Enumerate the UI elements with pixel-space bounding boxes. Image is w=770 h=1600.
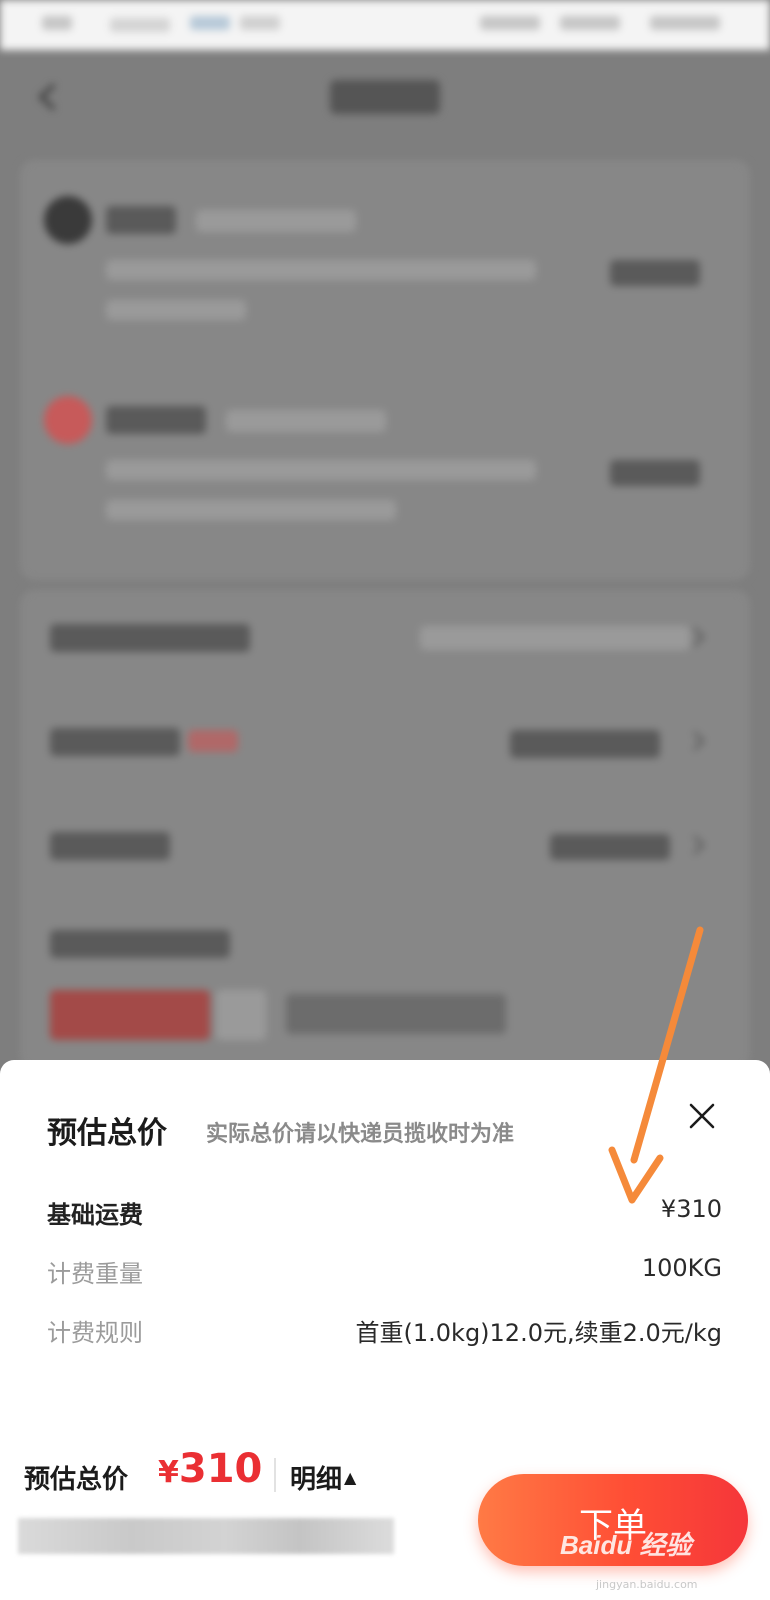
blurred-page-title [330, 80, 440, 114]
watermark-url: jingyan.baidu.com [596, 1578, 698, 1591]
background-page [0, 0, 770, 1065]
blurred-options-card [20, 590, 750, 1065]
detail-toggle-button[interactable]: 明细 ▲ [290, 1459, 356, 1496]
base-fee-label: 基础运费 [47, 1201, 143, 1229]
billing-rule-value: 首重(1.0kg)12.0元,续重2.0元/kg [355, 1319, 722, 1347]
footer-total-label: 预估总价 [24, 1465, 129, 1495]
billing-weight-value: 100KG [641, 1254, 722, 1282]
sheet-title: 预估总价 [47, 1116, 167, 1151]
close-icon [689, 1103, 715, 1129]
sheet-subtitle: 实际总价请以快递员揽收时为准 [206, 1122, 515, 1147]
currency-symbol: ¥ [158, 1455, 179, 1490]
back-arrow-icon [38, 83, 56, 111]
blurred-content [0, 0, 770, 1065]
status-bar [0, 0, 770, 50]
blurred-address-card [20, 160, 750, 580]
footer-divider [274, 1458, 276, 1492]
detail-label: 明细 [290, 1465, 343, 1495]
billing-rule-label: 计费规则 [47, 1319, 143, 1347]
caret-up-icon: ▲ [344, 1468, 357, 1487]
total-amount: 310 [178, 1446, 263, 1492]
close-button[interactable] [686, 1100, 718, 1132]
baidu-jingyan-watermark: Baidu 经验 [560, 1530, 692, 1560]
blurred-coupon-text [18, 1518, 394, 1554]
base-fee-value: ¥310 [660, 1195, 722, 1223]
footer-total-price: ¥310 [158, 1446, 262, 1492]
billing-weight-label: 计费重量 [47, 1260, 143, 1288]
